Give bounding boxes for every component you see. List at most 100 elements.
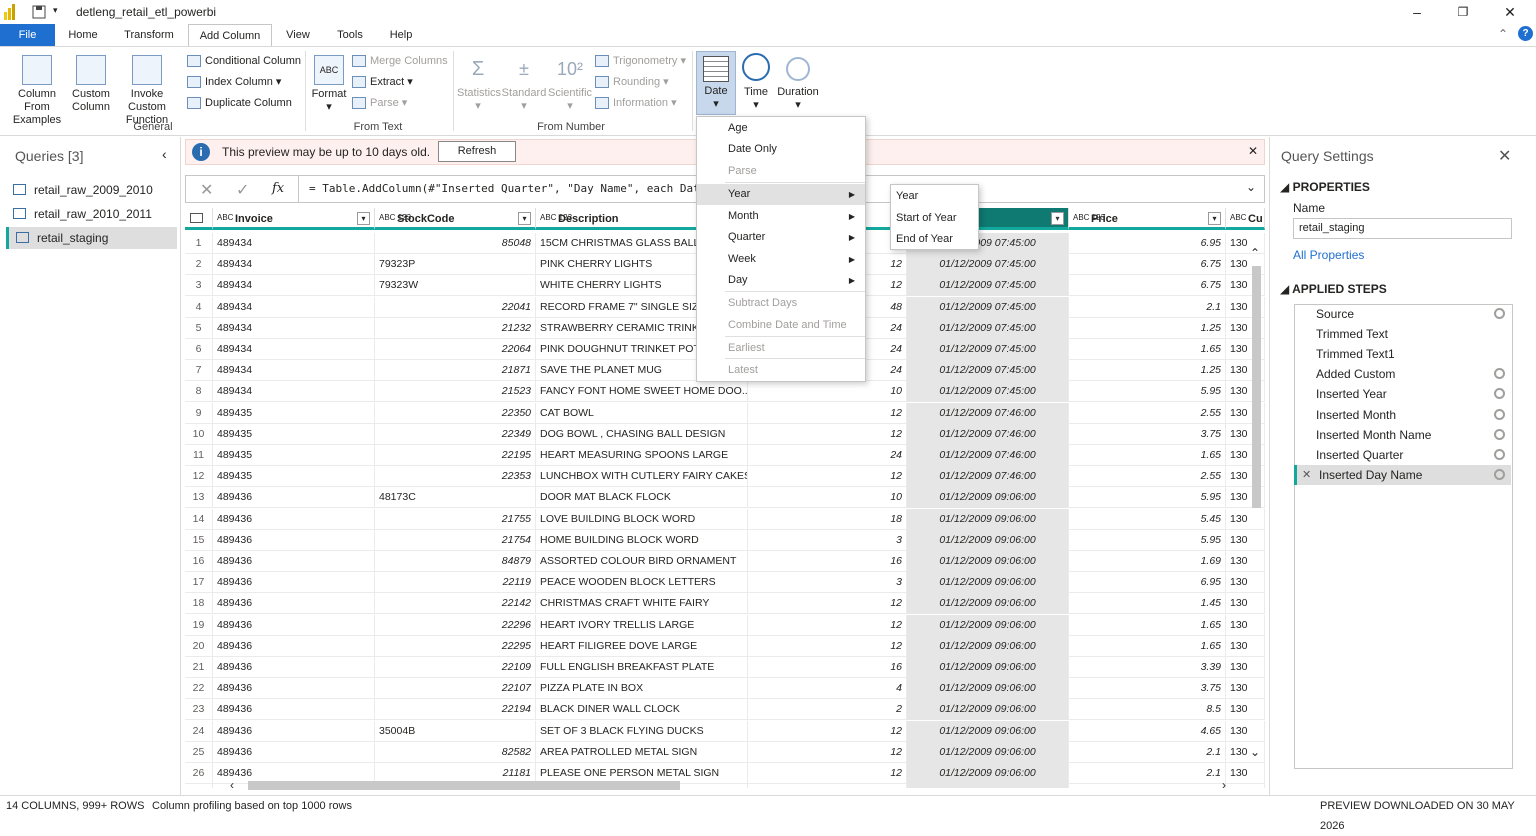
- column-header-cu[interactable]: ABC Cu: [1226, 208, 1265, 230]
- cell-description[interactable]: PIZZA PLATE IN BOX: [536, 678, 748, 700]
- cell-invoice[interactable]: 489436: [213, 572, 375, 594]
- cell-invoice[interactable]: 489436: [213, 614, 375, 636]
- tab-transform[interactable]: Transform: [116, 24, 182, 46]
- cell-description[interactable]: CAT BOWL: [536, 402, 748, 424]
- cell-price[interactable]: 5.95: [1069, 487, 1226, 509]
- query-item[interactable]: retail_raw_2010_2011: [6, 203, 177, 225]
- cell-quantity[interactable]: 12: [748, 741, 907, 763]
- date-menu-item-earliest[interactable]: Earliest: [697, 338, 865, 359]
- cell-stockcode[interactable]: 21232: [375, 317, 536, 339]
- cell-stockcode[interactable]: 21754: [375, 529, 536, 551]
- cell-quantity[interactable]: 3: [748, 529, 907, 551]
- index-column-button[interactable]: Index Column ▾: [187, 73, 281, 91]
- cell-price[interactable]: 3.75: [1069, 423, 1226, 445]
- cell-invoice[interactable]: 489434: [213, 381, 375, 403]
- horizontal-scrollbar[interactable]: ‹ ›: [226, 778, 1236, 792]
- standard-button[interactable]: ± Standard ▾: [501, 53, 547, 113]
- cell-quantity[interactable]: 4: [748, 678, 907, 700]
- cell-description[interactable]: DOG BOWL , CHASING BALL DESIGN: [536, 423, 748, 445]
- cell-invoice[interactable]: 489434: [213, 317, 375, 339]
- step-settings-gear-icon[interactable]: [1494, 308, 1505, 319]
- date-menu-item-subtract-days[interactable]: Subtract Days: [697, 293, 865, 314]
- close-infobar-icon[interactable]: ✕: [1248, 144, 1258, 158]
- cell-price[interactable]: 5.95: [1069, 381, 1226, 403]
- cell-stockcode[interactable]: 22195: [375, 445, 536, 466]
- cell-invoice[interactable]: 489435: [213, 402, 375, 424]
- table-menu-header[interactable]: [185, 208, 213, 230]
- cell-stockcode[interactable]: 84879: [375, 551, 536, 572]
- table-row[interactable]: 25 489436 82582 AREA PATROLLED METAL SIGN 12…: [185, 741, 1265, 763]
- cell-price[interactable]: 6.95: [1069, 233, 1226, 254]
- cell-quantity[interactable]: 3: [748, 572, 907, 594]
- cell-invoice[interactable]: 489434: [213, 296, 375, 318]
- applied-steps-header[interactable]: ◢ APPLIED STEPS: [1280, 282, 1387, 296]
- cell-invoice-date[interactable]: 01/12/2009 09:06:00: [907, 741, 1069, 763]
- cell-stockcode[interactable]: 79323W: [375, 275, 536, 297]
- scroll-up-icon[interactable]: ⌃: [1250, 246, 1260, 260]
- collapse-queries-icon[interactable]: ‹: [162, 146, 167, 162]
- cell-invoice[interactable]: 489436: [213, 487, 375, 509]
- date-menu-item-combine-date-and-time[interactable]: Combine Date and Time: [697, 315, 865, 336]
- cell-quantity[interactable]: 2: [748, 699, 907, 721]
- time-button[interactable]: Time ▾: [738, 53, 774, 112]
- column-header-invoice[interactable]: ABC Invoice ▾: [213, 208, 375, 230]
- cell-price[interactable]: 1.65: [1069, 614, 1226, 636]
- cell-invoice-date[interactable]: 01/12/2009 09:06:00: [907, 720, 1069, 742]
- cell-stockcode[interactable]: 22107: [375, 678, 536, 700]
- year-menu-item-start-of-year[interactable]: Start of Year: [891, 208, 978, 229]
- cell-description[interactable]: BLACK DINER WALL CLOCK: [536, 699, 748, 721]
- parse-button[interactable]: Parse ▾: [352, 94, 407, 112]
- cell-description[interactable]: SET OF 3 BLACK FLYING DUCKS: [536, 720, 748, 742]
- filter-dropdown-icon[interactable]: ▾: [518, 212, 531, 225]
- step-settings-gear-icon[interactable]: [1494, 388, 1505, 400]
- cell-quantity[interactable]: 16: [748, 551, 907, 572]
- cell-invoice-date[interactable]: 01/12/2009 09:06:00: [907, 593, 1069, 615]
- applied-step[interactable]: Inserted Month Name: [1294, 425, 1511, 445]
- cell-invoice-date[interactable]: 01/12/2009 09:06:00: [907, 699, 1069, 721]
- cell-stockcode[interactable]: 22041: [375, 296, 536, 318]
- invoke-custom-function-button[interactable]: Invoke Custom Function: [112, 53, 182, 127]
- cell-stockcode[interactable]: 35004B: [375, 720, 536, 742]
- cell-description[interactable]: HEART FILIGREE DOVE LARGE: [536, 635, 748, 657]
- cell-stockcode[interactable]: 22353: [375, 466, 536, 488]
- table-row[interactable]: 20 489436 22295 HEART FILIGREE DOVE LARGE 12…: [185, 635, 1265, 657]
- cell-quantity[interactable]: 12: [748, 466, 907, 488]
- statistics-button[interactable]: Σ Statistics ▾: [457, 53, 501, 113]
- date-menu-item-week[interactable]: Week ▶: [697, 249, 865, 270]
- column-from-examples-button[interactable]: Column From Examples: [4, 53, 70, 127]
- cell-invoice-date[interactable]: 01/12/2009 09:06:00: [907, 572, 1069, 594]
- cell-invoice[interactable]: 489436: [213, 657, 375, 678]
- cell-invoice[interactable]: 489436: [213, 635, 375, 657]
- tab-view[interactable]: View: [280, 24, 316, 46]
- date-menu-item-date-only[interactable]: Date Only: [697, 139, 865, 160]
- table-row[interactable]: 22 489436 22107 PIZZA PLATE IN BOX 4 01/12/20…: [185, 678, 1265, 700]
- cell-quantity[interactable]: 12: [748, 720, 907, 742]
- step-settings-gear-icon[interactable]: [1494, 468, 1505, 480]
- applied-step[interactable]: Trimmed Text: [1294, 324, 1511, 344]
- table-row[interactable]: 18 489436 22142 CHRISTMAS CRAFT WHITE FAIRY…: [185, 593, 1265, 615]
- cell-price[interactable]: 6.75: [1069, 254, 1226, 276]
- table-row[interactable]: 11 489435 22195 HEART MEASURING SPOONS LARG…: [185, 445, 1265, 466]
- column-header-stockcode[interactable]: ABC 123 StockCode ▾: [375, 208, 536, 230]
- query-item-selected[interactable]: retail_staging: [6, 227, 177, 249]
- cell-stockcode[interactable]: 22194: [375, 699, 536, 721]
- cell-stockcode[interactable]: 22142: [375, 593, 536, 615]
- cell-invoice-date[interactable]: 01/12/2009 09:06:00: [907, 508, 1069, 530]
- cell-price[interactable]: 8.5: [1069, 699, 1226, 721]
- filter-dropdown-icon[interactable]: ▾: [1051, 212, 1064, 225]
- date-menu-item-day[interactable]: Day ▶: [697, 270, 865, 291]
- collapse-ribbon-icon[interactable]: ⌃: [1498, 27, 1508, 41]
- cell-invoice[interactable]: 489435: [213, 445, 375, 466]
- column-header-price[interactable]: ABC 123 Price ▾: [1069, 208, 1226, 230]
- cell-invoice-date[interactable]: 01/12/2009 09:06:00: [907, 487, 1069, 509]
- cell-stockcode[interactable]: 22109: [375, 657, 536, 678]
- cell-quantity[interactable]: 12: [748, 423, 907, 445]
- step-settings-gear-icon[interactable]: [1494, 448, 1505, 460]
- cell-quantity[interactable]: 10: [748, 381, 907, 403]
- table-row[interactable]: 9 489435 22350 CAT BOWL 12 01/12/2009 07:46:0…: [185, 402, 1265, 424]
- cell-invoice[interactable]: 489436: [213, 593, 375, 615]
- table-row[interactable]: 10 489435 22349 DOG BOWL , CHASING BALL DES…: [185, 423, 1265, 445]
- applied-step[interactable]: Trimmed Text1: [1294, 344, 1511, 364]
- cell-price[interactable]: 3.75: [1069, 678, 1226, 700]
- date-menu-item-latest[interactable]: Latest: [697, 360, 865, 381]
